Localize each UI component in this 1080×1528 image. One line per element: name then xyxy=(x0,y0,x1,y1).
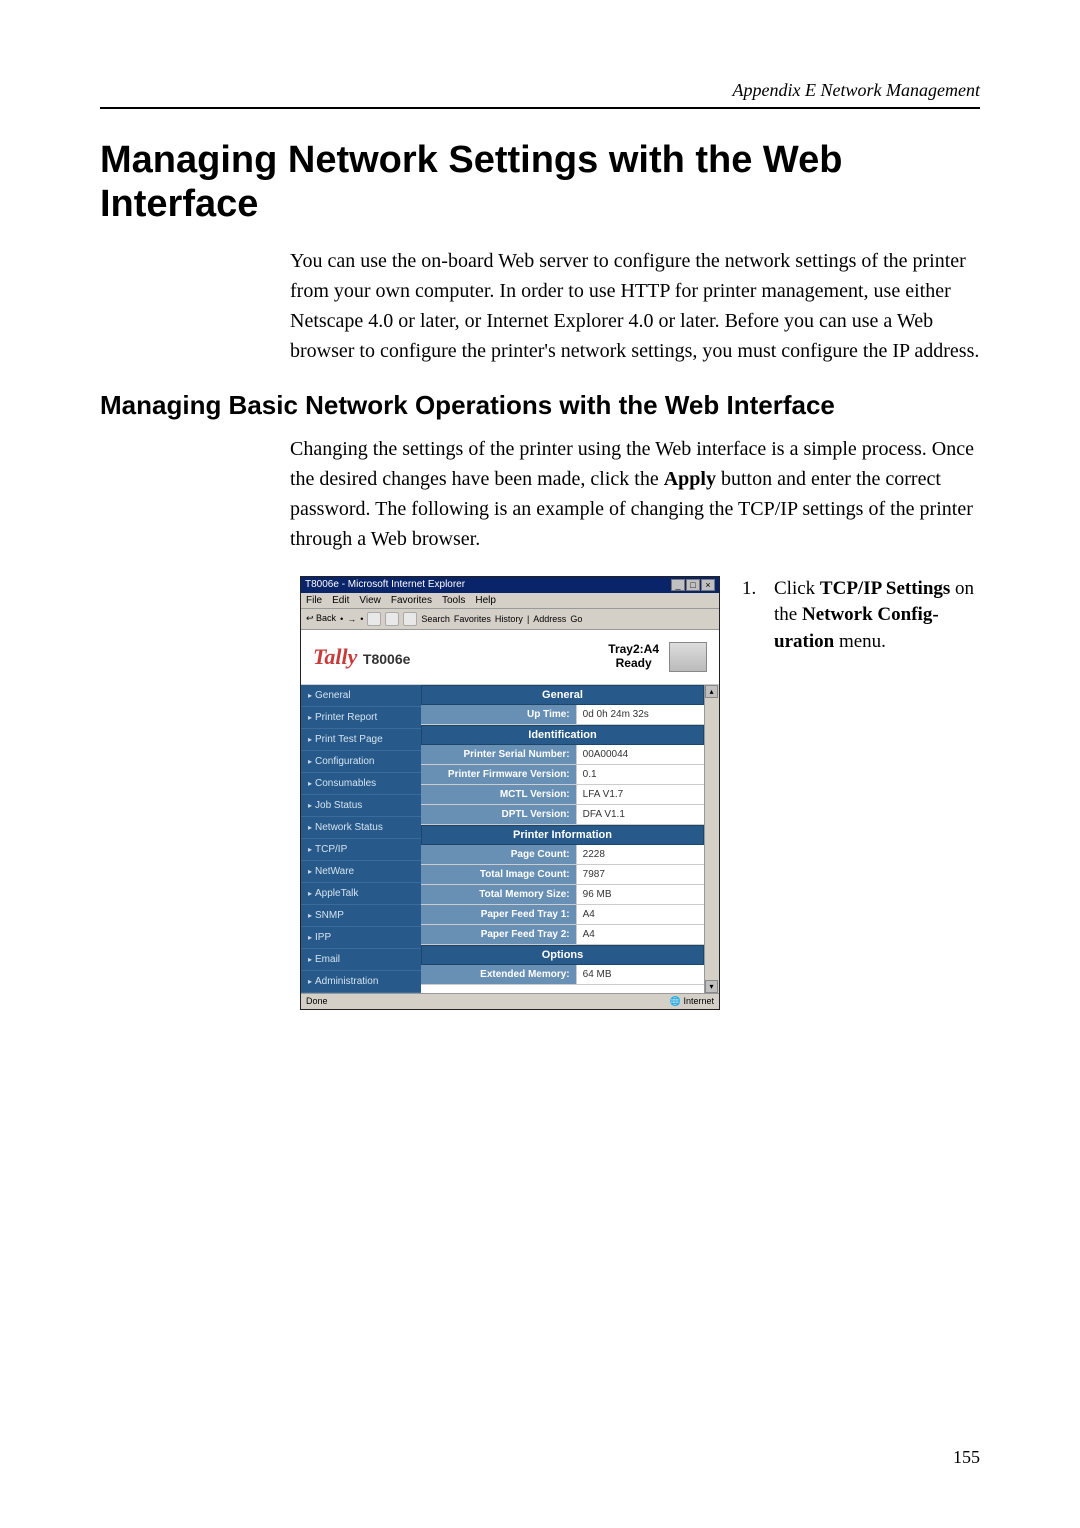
status-zone: 🌐 Internet xyxy=(670,996,714,1007)
sidebar-item-general[interactable]: General xyxy=(301,685,421,707)
browser-titlebar: T8006e - Microsoft Internet Explorer _ □… xyxy=(301,577,719,593)
sidebar-item-printer-report[interactable]: Printer Report xyxy=(301,707,421,729)
scroll-up-icon[interactable]: ▴ xyxy=(705,685,718,698)
row-page-count: Page Count: 2228 xyxy=(421,845,704,865)
browser-statusbar: Done 🌐 Internet xyxy=(301,993,719,1009)
sidebar-item-email[interactable]: Email xyxy=(301,949,421,971)
menu-help[interactable]: Help xyxy=(475,595,496,606)
status-done: Done xyxy=(306,996,328,1007)
sidebar-item-job-status[interactable]: Job Status xyxy=(301,795,421,817)
page-header: Appendix E Network Management xyxy=(100,80,980,109)
intro-paragraph: You can use the on-board Web server to c… xyxy=(290,246,980,366)
main-title: Managing Network Settings with the Web I… xyxy=(100,139,980,226)
printer-icon xyxy=(669,642,707,672)
minimize-button[interactable]: _ xyxy=(671,579,685,591)
sidebar-item-appletalk[interactable]: AppleTalk xyxy=(301,883,421,905)
sidebar: General Printer Report Print Test Page C… xyxy=(301,685,421,993)
back-button[interactable]: ↩ Back xyxy=(306,613,336,624)
browser-title-text: T8006e - Microsoft Internet Explorer xyxy=(305,579,465,590)
section-printer-information: Printer Information xyxy=(421,825,704,845)
row-dptl: DPTL Version: DFA V1.1 xyxy=(421,805,704,825)
history-button[interactable]: History xyxy=(495,614,523,624)
step-column: 1. Click TCP/IP Settings on the Network … xyxy=(742,576,980,656)
row-mctl: MCTL Version: LFA V1.7 xyxy=(421,785,704,805)
sidebar-item-tcpip[interactable]: TCP/IP xyxy=(301,839,421,861)
row-tray1: Paper Feed Tray 1: A4 xyxy=(421,905,704,925)
browser-toolbar: ↩ Back • → • Search Favorites History | … xyxy=(301,609,719,630)
browser-window: T8006e - Microsoft Internet Explorer _ □… xyxy=(300,576,720,1010)
home-icon[interactable] xyxy=(403,612,417,626)
window-controls: _ □ × xyxy=(671,579,715,591)
scroll-down-icon[interactable]: ▾ xyxy=(705,980,718,993)
sub-paragraph: Changing the settings of the printer usi… xyxy=(290,434,980,554)
main-panel: General Printer Report Print Test Page C… xyxy=(301,685,704,993)
close-button[interactable]: × xyxy=(701,579,715,591)
sub-heading: Managing Basic Network Operations with t… xyxy=(100,390,980,421)
sidebar-item-configuration[interactable]: Configuration xyxy=(301,751,421,773)
section-general: General xyxy=(421,685,704,705)
maximize-button[interactable]: □ xyxy=(686,579,700,591)
address-label: Address xyxy=(533,614,566,624)
info-panel: General Up Time: 0d 0h 24m 32s Identific… xyxy=(421,685,704,993)
menu-file[interactable]: File xyxy=(306,595,322,606)
stop-icon[interactable] xyxy=(367,612,381,626)
row-serial: Printer Serial Number: 00A00044 xyxy=(421,745,704,765)
menu-tools[interactable]: Tools xyxy=(442,595,465,606)
refresh-icon[interactable] xyxy=(385,612,399,626)
sidebar-item-administration[interactable]: Administration xyxy=(301,971,421,993)
section-options: Options xyxy=(421,945,704,965)
sidebar-item-netware[interactable]: NetWare xyxy=(301,861,421,883)
brand-logo: Tally T8006e xyxy=(313,644,608,670)
sidebar-item-print-test-page[interactable]: Print Test Page xyxy=(301,729,421,751)
browser-menubar: File Edit View Favorites Tools Help xyxy=(301,593,719,609)
page-brand-strip: Tally T8006e Tray2:A4 Ready xyxy=(301,630,719,685)
row-firmware: Printer Firmware Version: 0.1 xyxy=(421,765,704,785)
step-number: 1. xyxy=(742,576,760,656)
sidebar-item-ipp[interactable]: IPP xyxy=(301,927,421,949)
search-button[interactable]: Search xyxy=(421,614,450,624)
section-identification: Identification xyxy=(421,725,704,745)
menu-edit[interactable]: Edit xyxy=(332,595,349,606)
sidebar-item-consumables[interactable]: Consumables xyxy=(301,773,421,795)
step-text: Click TCP/IP Settings on the Network Con… xyxy=(774,576,980,656)
row-image-count: Total Image Count: 7987 xyxy=(421,865,704,885)
sidebar-item-network-status[interactable]: Network Status xyxy=(301,817,421,839)
menu-view[interactable]: View xyxy=(359,595,381,606)
go-button[interactable]: Go xyxy=(570,614,582,624)
favorites-button[interactable]: Favorites xyxy=(454,614,491,624)
row-memory-size: Total Memory Size: 96 MB xyxy=(421,885,704,905)
row-ext-memory: Extended Memory: 64 MB xyxy=(421,965,704,985)
row-uptime: Up Time: 0d 0h 24m 32s xyxy=(421,705,704,725)
row-tray2: Paper Feed Tray 2: A4 xyxy=(421,925,704,945)
page-number: 155 xyxy=(953,1447,980,1468)
sidebar-item-snmp[interactable]: SNMP xyxy=(301,905,421,927)
tray-status: Tray2:A4 Ready xyxy=(608,643,659,669)
scrollbar[interactable]: ▴ ▾ xyxy=(704,685,719,993)
apply-bold: Apply xyxy=(664,468,716,490)
menu-favorites[interactable]: Favorites xyxy=(391,595,432,606)
step-1: 1. Click TCP/IP Settings on the Network … xyxy=(742,576,980,656)
